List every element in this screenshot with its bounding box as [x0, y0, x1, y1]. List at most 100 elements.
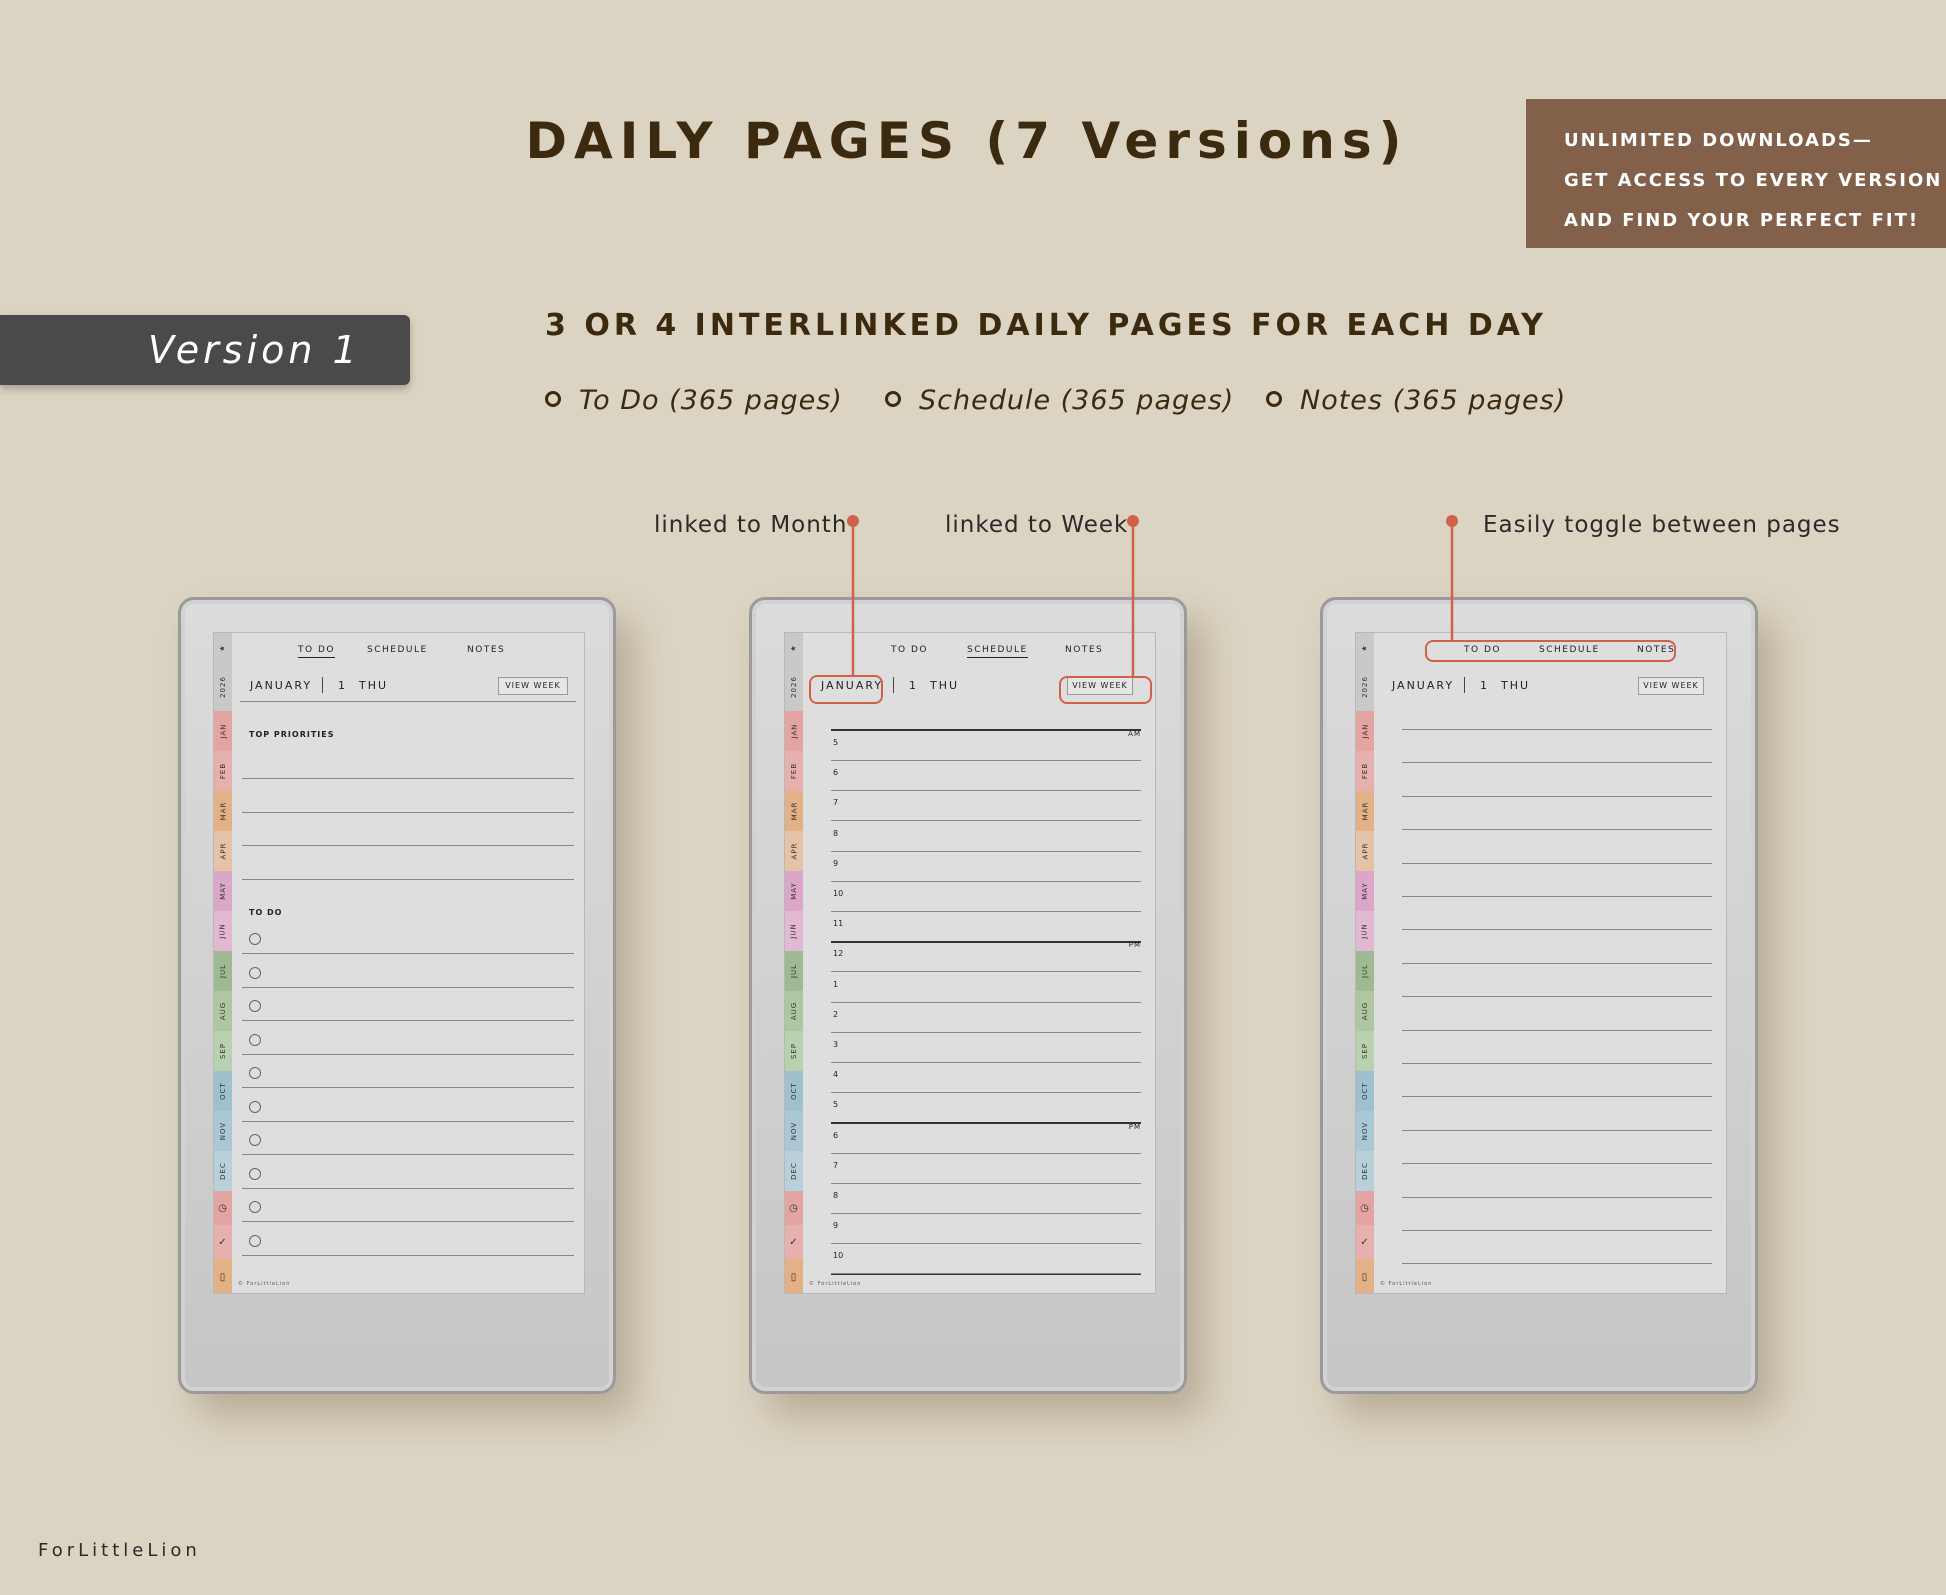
sidebar-tab[interactable]: AUG [214, 991, 232, 1032]
sidebar-tab[interactable]: NOV [785, 1111, 803, 1152]
schedule-line[interactable] [831, 880, 1141, 882]
tab-todo[interactable]: TO DO [298, 645, 335, 658]
sidebar-tab[interactable]: FEB [214, 751, 232, 792]
schedule-line[interactable] [831, 1182, 1141, 1184]
todo-line[interactable] [242, 1087, 574, 1088]
schedule-line[interactable] [831, 1031, 1141, 1033]
priority-line[interactable] [242, 879, 574, 880]
sidebar-tab[interactable]: MAY [214, 871, 232, 912]
priority-line[interactable] [242, 812, 574, 813]
schedule-line[interactable] [831, 1122, 1141, 1124]
schedule-line[interactable] [831, 911, 1141, 912]
todo-line[interactable] [242, 1120, 574, 1122]
todo-checkbox[interactable] [249, 1134, 261, 1146]
sidebar-tab[interactable]: APR [785, 831, 803, 872]
sidebar-tab[interactable]: ▯ [785, 1259, 803, 1293]
note-line[interactable] [1402, 1263, 1712, 1265]
sidebar-tab[interactable]: AUG [1356, 991, 1374, 1032]
note-line[interactable] [1402, 1096, 1712, 1098]
sidebar-tab[interactable]: 2026 [214, 663, 232, 712]
note-line[interactable] [1402, 1063, 1712, 1064]
todo-line[interactable] [242, 1020, 574, 1021]
note-line[interactable] [1402, 962, 1712, 964]
schedule-line[interactable] [831, 1062, 1141, 1063]
schedule-line[interactable] [831, 729, 1141, 731]
todo-checkbox[interactable] [249, 966, 261, 979]
sidebar-tab[interactable]: ✓ [1356, 1225, 1374, 1260]
note-line[interactable] [1402, 729, 1712, 730]
note-line[interactable] [1402, 996, 1712, 998]
note-line[interactable] [1402, 929, 1712, 931]
sidebar-tab[interactable]: OCT [785, 1071, 803, 1112]
sidebar-tab[interactable]: ▯ [1356, 1259, 1374, 1293]
todo-checkbox[interactable] [249, 1100, 261, 1113]
sidebar-tab[interactable]: MAY [785, 871, 803, 912]
sidebar-tab[interactable]: SEP [1356, 1031, 1374, 1072]
todo-checkbox[interactable] [249, 933, 261, 945]
note-line[interactable] [1402, 795, 1712, 797]
sidebar-tab[interactable]: FEB [1356, 751, 1374, 792]
sidebar-tab[interactable]: ★ [214, 633, 232, 664]
sidebar-tab[interactable]: OCT [1356, 1071, 1374, 1112]
sidebar-tab[interactable]: SEP [785, 1031, 803, 1072]
sidebar-tab[interactable]: DEC [785, 1151, 803, 1192]
note-line[interactable] [1402, 1196, 1712, 1198]
todo-checkbox[interactable] [249, 1234, 261, 1247]
sidebar-tab[interactable]: MAR [785, 791, 803, 832]
priority-line[interactable] [242, 778, 574, 779]
view-week-button[interactable]: VIEW WEEK [1638, 677, 1704, 695]
sidebar-tab[interactable]: ★ [785, 633, 803, 664]
note-line[interactable] [1402, 829, 1712, 831]
todo-checkbox[interactable] [249, 1201, 261, 1213]
month-link[interactable]: JANUARY [1392, 679, 1454, 692]
todo-checkbox[interactable] [249, 1067, 261, 1079]
sidebar-tab[interactable]: JAN [785, 711, 803, 752]
schedule-line[interactable] [831, 941, 1141, 943]
schedule-line[interactable] [831, 760, 1141, 761]
sidebar-tab[interactable]: JUN [785, 911, 803, 952]
sidebar-tab[interactable]: MAR [1356, 791, 1374, 832]
tab-todo[interactable]: TO DO [891, 645, 928, 655]
sidebar-tab[interactable]: JAN [1356, 711, 1374, 752]
schedule-line[interactable] [831, 850, 1141, 852]
sidebar-tab[interactable]: FEB [785, 751, 803, 792]
sidebar-tab[interactable]: NOV [1356, 1111, 1374, 1152]
note-line[interactable] [1402, 1163, 1712, 1165]
sidebar-tab[interactable]: JAN [214, 711, 232, 752]
todo-checkbox[interactable] [249, 1167, 261, 1180]
tab-schedule[interactable]: SCHEDULE [367, 645, 428, 655]
schedule-line[interactable] [831, 971, 1141, 973]
tab-notes[interactable]: NOTES [1065, 645, 1103, 655]
sidebar-tab[interactable]: JUN [1356, 911, 1374, 952]
schedule-line[interactable] [831, 1243, 1141, 1245]
schedule-line[interactable] [831, 1092, 1141, 1094]
sidebar-tab[interactable]: MAY [1356, 871, 1374, 912]
schedule-line[interactable] [831, 1001, 1141, 1003]
note-line[interactable] [1402, 1230, 1712, 1231]
note-line[interactable] [1402, 1129, 1712, 1131]
sidebar-tab[interactable]: JUL [214, 951, 232, 992]
note-line[interactable] [1402, 862, 1712, 864]
schedule-line[interactable] [831, 820, 1141, 822]
note-line[interactable] [1402, 896, 1712, 897]
schedule-line[interactable] [831, 1273, 1141, 1276]
sidebar-tab[interactable]: 2026 [1356, 663, 1374, 712]
sidebar-tab[interactable]: ◷ [214, 1191, 232, 1226]
sidebar-tab[interactable]: OCT [214, 1071, 232, 1112]
sidebar-tab[interactable]: APR [214, 831, 232, 872]
sidebar-tab[interactable]: DEC [214, 1151, 232, 1192]
sidebar-tab[interactable]: AUG [785, 991, 803, 1032]
view-week-button[interactable]: VIEW WEEK [498, 677, 568, 695]
tab-schedule[interactable]: SCHEDULE [967, 645, 1028, 658]
sidebar-tab[interactable]: JUN [214, 911, 232, 952]
sidebar-tab[interactable]: MAR [214, 791, 232, 832]
note-line[interactable] [1402, 762, 1712, 764]
schedule-line[interactable] [831, 1213, 1141, 1214]
sidebar-tab[interactable]: ◷ [1356, 1191, 1374, 1226]
todo-line[interactable] [242, 1254, 574, 1256]
month-link[interactable]: JANUARY [250, 679, 312, 692]
sidebar-tab[interactable]: JUL [1356, 951, 1374, 992]
todo-line[interactable] [242, 953, 574, 954]
sidebar-tab[interactable]: 2026 [785, 663, 803, 712]
sidebar-tab[interactable]: ◷ [785, 1191, 803, 1226]
